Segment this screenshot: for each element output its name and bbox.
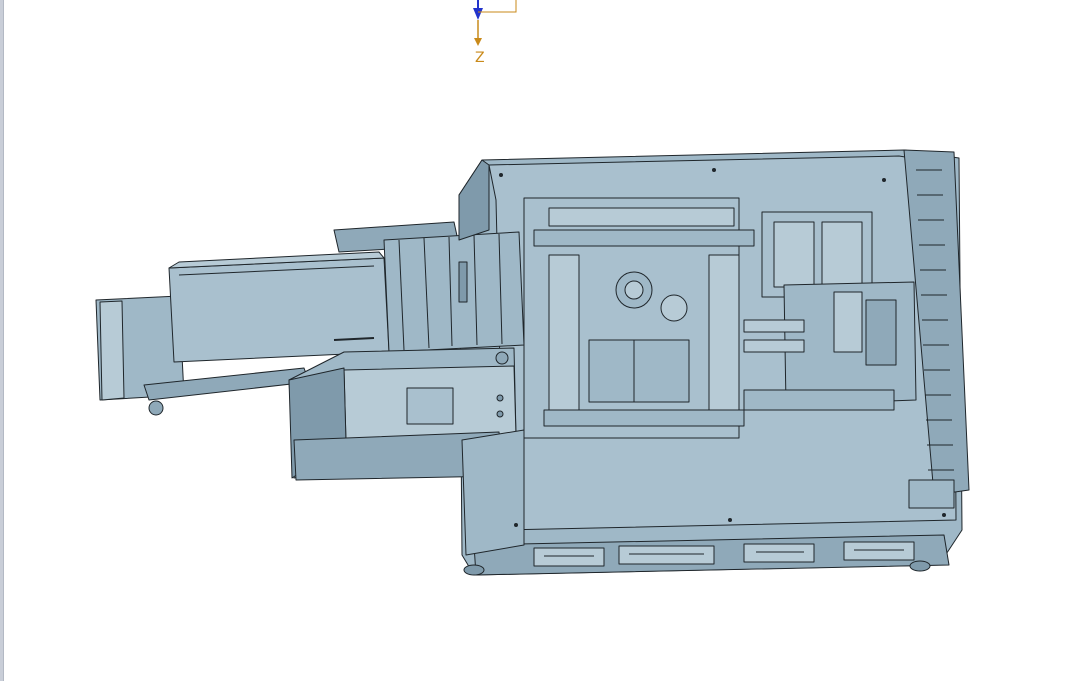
gantry-top-beam [548,207,735,227]
gantry-left-post [548,254,580,426]
feeder-roller [148,400,164,416]
hmi-screen [406,387,454,425]
drawer-panel-1 [533,547,605,567]
cad-3d-viewport[interactable]: Z [4,0,1076,681]
cabinet-knob [495,351,509,365]
base-side-block [458,159,490,241]
gripper-ring [660,294,688,322]
gantry-bottom-beam [543,409,745,427]
gantry-right-post [708,254,740,426]
feeder-rail-front [99,300,125,401]
machine-assembly-model[interactable] [4,0,1076,681]
slide-rail [743,319,805,333]
drawer-panel-2 [618,545,715,565]
drawer-panel-3 [743,543,815,563]
drawer-panel-4 [843,541,915,561]
frame-cage [383,231,525,353]
gantry-cross-beam [533,229,755,247]
